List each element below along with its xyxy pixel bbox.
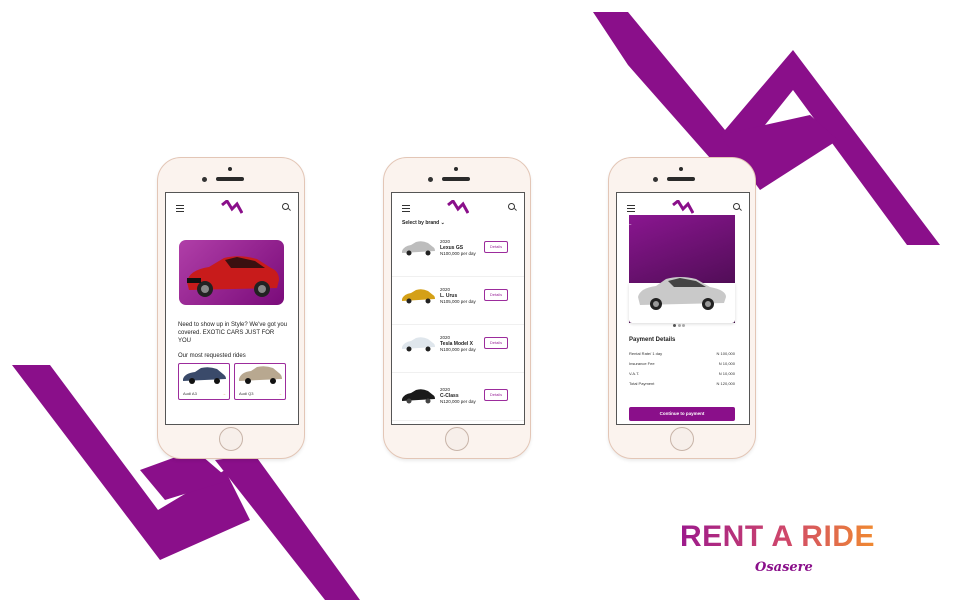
hero-tagline: Need to show up in Style? We've got you … <box>178 322 288 344</box>
details-button[interactable]: Details <box>484 337 508 349</box>
car-list-item[interactable]: 2020 L. Urus N105,000 per day Details <box>392 277 524 325</box>
front-camera <box>679 167 683 171</box>
hamburger-menu-icon[interactable] <box>627 205 635 214</box>
car-thumbnail <box>402 389 435 404</box>
car-info: 2020 C-Class N120,000 per day <box>440 387 476 405</box>
top-bar <box>166 193 298 219</box>
continue-to-payment-button[interactable]: Continue to payment <box>629 407 735 421</box>
car-info: 2020 Lexus GS N100,000 per day <box>440 239 476 257</box>
select-by-brand-dropdown[interactable]: Select by brand ⌄ <box>402 220 445 226</box>
earpiece-speaker <box>442 177 470 181</box>
payment-label: Rental Rate/ 1 day <box>629 351 663 356</box>
earpiece-speaker <box>667 177 695 181</box>
section-title: Our most requested rides <box>178 353 246 359</box>
details-button[interactable]: Details <box>484 289 508 301</box>
car-list-item[interactable]: 2020 Tesla Model X N100,000 per day Deta… <box>392 325 524 373</box>
search-icon[interactable] <box>733 203 740 210</box>
home-button[interactable] <box>670 427 694 451</box>
payment-row: Insurance Fee N 10,000 <box>629 361 735 366</box>
home-button[interactable] <box>219 427 243 451</box>
chevron-down-icon: ⌄ <box>440 220 445 226</box>
front-camera <box>454 167 458 171</box>
front-camera <box>228 167 232 171</box>
payment-value: N 100,000 <box>716 351 735 356</box>
details-button[interactable]: Details <box>484 389 508 401</box>
car-thumbnail <box>402 289 435 304</box>
payment-value: N 10,000 <box>718 371 735 376</box>
hamburger-menu-icon[interactable] <box>402 205 410 214</box>
arrow-right-icon: → <box>222 391 226 396</box>
payment-label: V.A.T. <box>629 371 640 376</box>
payment-details-title: Payment Details <box>629 337 676 343</box>
requested-ride-card[interactable]: Audi Q3 → <box>234 363 286 400</box>
details-button[interactable]: Details <box>484 241 508 253</box>
hamburger-menu-icon[interactable] <box>176 205 184 214</box>
payment-value: N 10,000 <box>718 361 735 366</box>
home-button[interactable] <box>445 427 469 451</box>
car-thumbnail <box>183 367 226 384</box>
search-icon[interactable] <box>282 203 289 210</box>
car-name: C-Class <box>440 392 459 399</box>
red-car-image <box>187 256 279 297</box>
payment-row: Total Payment N 120,000 <box>629 381 735 386</box>
car-info: 2020 L. Urus N105,000 per day <box>440 287 476 305</box>
car-price: N105,000 per day <box>440 299 476 304</box>
car-list-item[interactable]: 2020 C-Class N120,000 per day Details <box>392 373 524 421</box>
dropdown-label: Select by brand <box>402 220 440 226</box>
phone-screen: Select by brand ⌄ 2020 Lexus GS N100,000… <box>391 192 525 425</box>
payment-label: Insurance Fee <box>629 361 655 366</box>
earpiece-speaker <box>216 177 244 181</box>
sensor <box>202 177 207 182</box>
brand-title: RENT A RIDE <box>680 520 875 553</box>
logo-icon <box>221 200 243 214</box>
search-icon[interactable] <box>508 203 515 210</box>
carousel-dots[interactable] <box>673 314 687 332</box>
car-name: Tesla Model X <box>440 340 473 347</box>
phone-screen: ← Payment Details Rental Rate/ 1 day N 1… <box>616 192 750 425</box>
car-thumbnail <box>402 241 435 256</box>
car-price: N100,000 per day <box>440 347 476 352</box>
payment-row: V.A.T. N 10,000 <box>629 371 735 376</box>
arrow-right-icon: → <box>278 391 282 396</box>
top-bar <box>392 193 524 219</box>
phone-home-screen: Need to show up in Style? We've got you … <box>157 157 305 459</box>
car-price: N120,000 per day <box>440 399 476 404</box>
back-arrow-icon[interactable]: ← <box>625 219 633 228</box>
logo-icon <box>447 200 469 214</box>
payment-row: Rental Rate/ 1 day N 100,000 <box>629 351 735 356</box>
phone-screen: Need to show up in Style? We've got you … <box>165 192 299 425</box>
sensor <box>428 177 433 182</box>
card-label: Audi A3 <box>183 391 197 396</box>
requested-ride-card[interactable]: Audi A3 → <box>178 363 230 400</box>
logo-icon <box>672 200 694 214</box>
phone-car-list-screen: Select by brand ⌄ 2020 Lexus GS N100,000… <box>383 157 531 459</box>
car-thumbnail <box>239 366 282 384</box>
car-info: 2020 Tesla Model X N100,000 per day <box>440 335 476 353</box>
silver-car-image <box>638 277 726 310</box>
car-price: N100,000 per day <box>440 251 476 256</box>
brand-author: Osasere <box>755 560 813 575</box>
sensor <box>653 177 658 182</box>
phone-payment-screen: ← Payment Details Rental Rate/ 1 day N 1… <box>608 157 756 459</box>
car-name: L. Urus <box>440 292 458 299</box>
car-name: Lexus GS <box>440 244 464 251</box>
car-list-item[interactable]: 2020 Lexus GS N100,000 per day Details <box>392 229 524 277</box>
payment-label: Total Payment <box>629 381 655 386</box>
card-label: Audi Q3 <box>239 391 254 396</box>
hero-car-banner <box>179 240 284 305</box>
payment-value: N 120,000 <box>716 381 735 386</box>
car-thumbnail <box>402 337 435 352</box>
